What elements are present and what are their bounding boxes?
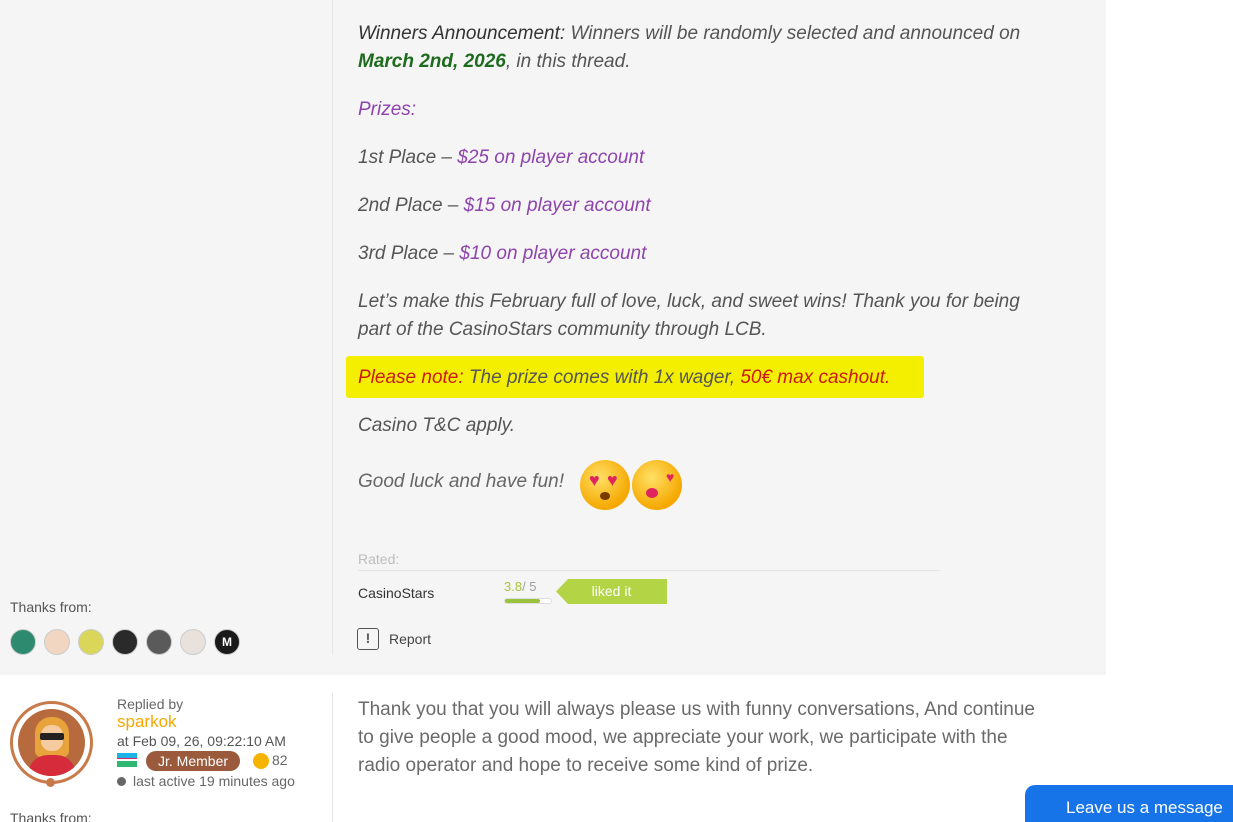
prize-amount: $25 on player account xyxy=(457,147,645,168)
thanks-avatars: M xyxy=(10,629,240,655)
avatar-image xyxy=(18,709,85,776)
winners-label: Winners Announcement: xyxy=(358,23,566,44)
prize-amount: $10 on player account xyxy=(459,243,647,264)
note-text: The prize comes with 1x wager, xyxy=(463,367,741,388)
rating-bar xyxy=(504,598,552,604)
avatar-status-dot xyxy=(46,778,55,787)
winners-text-end: , in this thread. xyxy=(505,51,631,72)
closing-line-1: Let’s make this February full of love, l… xyxy=(358,291,1020,312)
replied-by-label: Replied by xyxy=(117,696,184,712)
last-active: last active 19 minutes ago xyxy=(133,773,295,789)
flag-stripe xyxy=(117,761,137,767)
thanks-avatar[interactable]: M xyxy=(214,629,240,655)
prizes-label: Prizes: xyxy=(358,99,417,120)
post-block: Winners Announcement: Winners will be ra… xyxy=(0,0,1106,675)
prize-amount: $15 on player account xyxy=(463,195,651,216)
page: Winners Announcement: Winners will be ra… xyxy=(0,0,1233,822)
thanks-avatar[interactable] xyxy=(10,629,36,655)
leave-message-button[interactable]: Leave us a message xyxy=(1025,785,1233,822)
winners-paragraph: Winners Announcement: Winners will be ra… xyxy=(358,20,1020,76)
rated-divider xyxy=(358,570,940,571)
heart-icon: ♥ xyxy=(607,470,618,490)
rating-score: 3.8/ 5 xyxy=(504,579,537,594)
score-value: 3.8 xyxy=(504,579,523,594)
rating-bar-fill xyxy=(505,599,540,603)
note-label: Please note: xyxy=(358,367,464,388)
heart-eyes-emoji: ♥ ♥ xyxy=(580,460,630,510)
prize-place: 2nd Place – xyxy=(358,195,464,216)
good-luck-text: Good luck and have fun! xyxy=(358,471,564,492)
prize-1: 1st Place – $25 on player account xyxy=(358,144,644,172)
prize-place: 1st Place – xyxy=(358,147,458,168)
closing-line-2: part of the CasinoStars community throug… xyxy=(358,319,767,340)
thanks-avatar[interactable] xyxy=(44,629,70,655)
heart-icon: ♥ xyxy=(666,469,675,485)
reply-line-1: Thank you that you will always please us… xyxy=(358,699,1035,720)
prize-place: 3rd Place – xyxy=(358,243,460,264)
prize-3: 3rd Place – $10 on player account xyxy=(358,240,646,268)
winners-date: March 2nd, 2026 xyxy=(358,51,506,72)
tc-text: Casino T&C apply. xyxy=(358,415,515,436)
liked-it-badge: liked it xyxy=(556,579,667,604)
mouth xyxy=(600,492,610,500)
column-divider xyxy=(332,0,333,655)
kiss-lips xyxy=(646,488,658,498)
user-avatar[interactable] xyxy=(10,701,93,784)
score-max: / 5 xyxy=(522,579,537,594)
reply-body: Thank you that you will always please us… xyxy=(358,696,1098,780)
reply-line-3: radio operator and hope to receive some … xyxy=(358,755,814,776)
thanks-avatar[interactable] xyxy=(146,629,172,655)
country-flag-icon xyxy=(117,753,137,767)
kissing-heart-emoji: ♥ xyxy=(632,460,682,510)
report-icon: ! xyxy=(357,628,379,650)
heart-icon: ♥ xyxy=(589,470,600,490)
note-paragraph: Please note: The prize comes with 1x wag… xyxy=(358,364,890,392)
rated-label: Rated: xyxy=(358,551,400,567)
note-cashout: 50€ max cashout. xyxy=(740,367,891,388)
activity-dot xyxy=(117,777,126,786)
column-divider xyxy=(332,693,333,822)
thanks-from-label: Thanks from: xyxy=(10,810,92,822)
report-button[interactable]: ! Report xyxy=(357,628,431,650)
coin-icon xyxy=(253,753,269,769)
reply-date: at Feb 09, 26, 09:22:10 AM xyxy=(117,733,286,749)
avatar-body xyxy=(28,755,76,776)
prize-2: 2nd Place – $15 on player account xyxy=(358,192,651,220)
thanks-from-label: Thanks from: xyxy=(10,599,92,615)
winners-text: Winners will be randomly selected and an… xyxy=(565,23,1021,44)
coin-count: 82 xyxy=(272,752,288,768)
closing-paragraph: Let’s make this February full of love, l… xyxy=(358,288,1020,344)
thanks-avatar[interactable] xyxy=(180,629,206,655)
report-label: Report xyxy=(389,631,432,647)
avatar-sunglasses xyxy=(40,733,64,740)
rank-badge: Jr. Member xyxy=(146,751,241,771)
thanks-avatar[interactable] xyxy=(112,629,138,655)
reply-line-2: to give people a good mood, we appreciat… xyxy=(358,727,1008,748)
thanks-avatar[interactable] xyxy=(78,629,104,655)
rater-name[interactable]: CasinoStars xyxy=(358,585,434,601)
reply-username[interactable]: sparkok xyxy=(117,712,177,732)
